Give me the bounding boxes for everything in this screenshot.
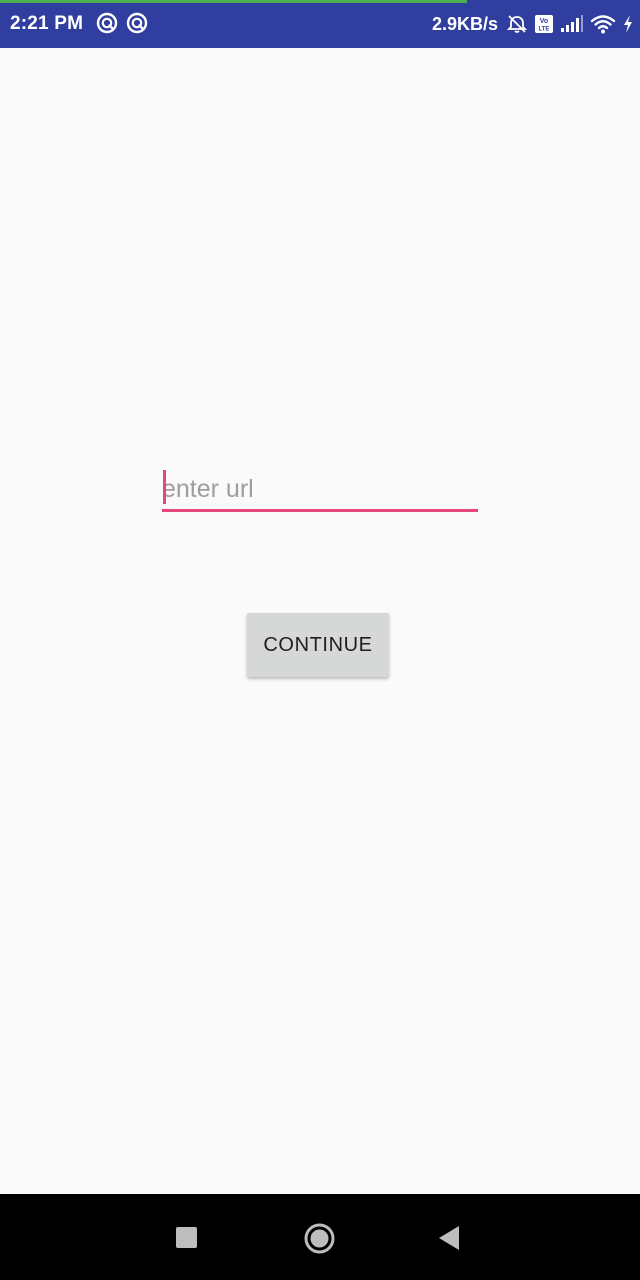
charging-icon <box>624 15 632 33</box>
volte-icon: Vo LTE <box>535 15 553 33</box>
status-left-icons <box>96 12 148 34</box>
home-icon[interactable] <box>304 1223 335 1254</box>
signal-icon <box>561 15 583 32</box>
url-field[interactable] <box>162 466 478 512</box>
continue-button[interactable]: CONTINUE <box>247 613 389 677</box>
back-icon[interactable] <box>438 1225 460 1251</box>
svg-text:Vo: Vo <box>540 18 548 25</box>
status-time: 2:21 PM <box>10 13 84 34</box>
status-bar: 2:21 PM 2.9KB/s Vo LTE <box>0 0 640 48</box>
text-cursor <box>163 470 166 504</box>
network-speed: 2.9KB/s <box>431 13 498 34</box>
page-load-progress <box>0 0 468 3</box>
wifi-icon <box>590 15 616 34</box>
app-notification-icon <box>96 12 118 34</box>
status-right-group: 2.9KB/s Vo LTE <box>432 12 634 36</box>
app-notification-icon <box>126 12 148 34</box>
recents-icon[interactable] <box>176 1227 197 1248</box>
svg-text:LTE: LTE <box>539 27 550 33</box>
alarm-off-icon <box>506 15 528 33</box>
navigation-bar <box>0 1194 640 1280</box>
url-input[interactable] <box>162 466 478 509</box>
app-screen: 2:21 PM 2.9KB/s Vo LTE enter url CONTINU… <box>0 0 640 1280</box>
